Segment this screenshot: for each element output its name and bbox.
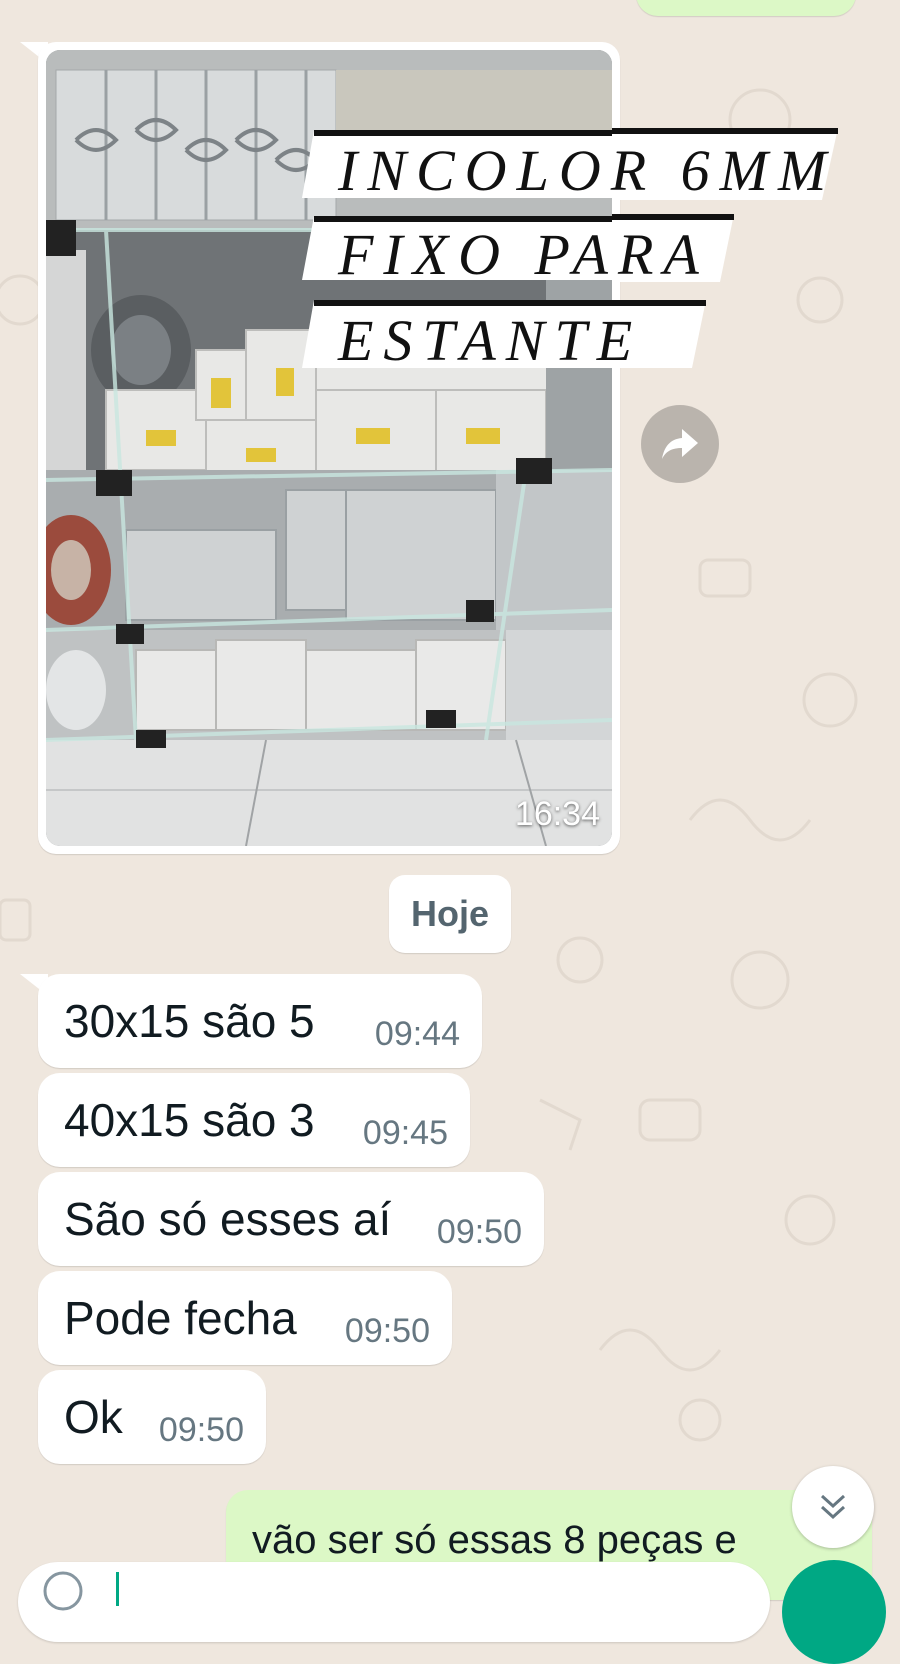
forward-button[interactable]: [641, 405, 719, 483]
overlay-line-2-full: FIXO PARA: [338, 222, 709, 287]
share-arrow-icon: [662, 429, 698, 459]
overlay-line-3-full: ESTANTE: [338, 308, 643, 373]
message-time: 09:44: [374, 1015, 460, 1053]
message-text: Ok: [64, 1391, 123, 1443]
message-bubble[interactable]: Pode fecha 09:50: [38, 1271, 452, 1365]
message-bubble[interactable]: 40x15 são 3 09:45: [38, 1073, 470, 1167]
date-separator: Hoje: [389, 875, 511, 953]
mic-button[interactable]: [782, 1560, 886, 1664]
emoji-icon[interactable]: [42, 1570, 84, 1612]
message-time: 09:50: [344, 1312, 430, 1350]
message-bubble[interactable]: 30x15 são 5 09:44: [38, 974, 482, 1068]
double-chevron-down-icon: [820, 1494, 846, 1520]
message-time: 09:50: [436, 1213, 522, 1251]
outgoing-message-text: vão ser só essas 8 peças e: [252, 1518, 737, 1562]
scroll-to-bottom-button[interactable]: [792, 1466, 874, 1548]
message-time: 09:45: [362, 1114, 448, 1152]
message-text: 30x15 são 5: [64, 995, 315, 1047]
text-cursor: [116, 1572, 119, 1606]
overlay-line-1-full: INCOLOR 6MM: [338, 138, 837, 203]
message-text: 40x15 são 3: [64, 1094, 315, 1146]
message-text: Pode fecha: [64, 1292, 297, 1344]
message-bubble[interactable]: São só esses aí 09:50: [38, 1172, 544, 1266]
message-input[interactable]: [18, 1562, 770, 1642]
image-timestamp: 16:34: [514, 795, 600, 833]
message-bubble[interactable]: Ok 09:50: [38, 1370, 266, 1464]
message-text: São só esses aí: [64, 1193, 392, 1245]
message-time: 09:50: [158, 1411, 244, 1449]
